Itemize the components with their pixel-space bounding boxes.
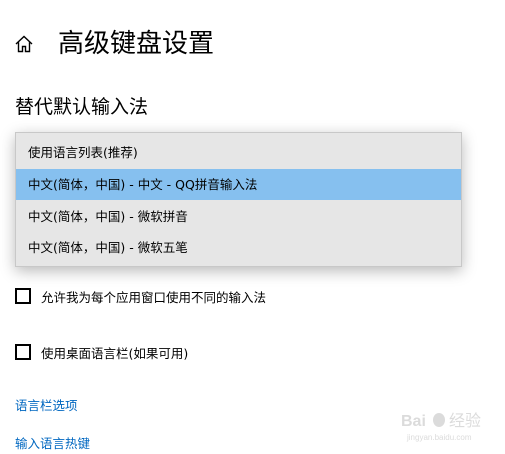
desktop-language-bar-checkbox[interactable] (15, 344, 31, 360)
dropdown-option-microsoft-wubi[interactable]: 中文(简体，中国) - 微软五笔 (16, 232, 461, 263)
dropdown-option-language-list[interactable]: 使用语言列表(推荐) (16, 137, 461, 168)
desktop-language-bar-option[interactable]: 使用桌面语言栏(如果可用) (15, 342, 188, 362)
svg-text:经验: 经验 (449, 411, 481, 430)
desktop-language-bar-label: 使用桌面语言栏(如果可用) (41, 345, 189, 361)
override-input-method-heading: 替代默认输入法 (15, 96, 149, 118)
per-app-input-method-checkbox[interactable] (15, 288, 31, 304)
advanced-keyboard-settings-page: 高级键盘设置 替代默认输入法 使用语言列表(推荐) 中文(简体，中国) - 中文… (0, 0, 505, 454)
page-title: 高级键盘设置 (58, 29, 215, 59)
svg-text:jingyan.baidu.com: jingyan.baidu.com (406, 433, 472, 442)
home-icon[interactable] (13, 33, 35, 55)
dropdown-option-microsoft-pinyin[interactable]: 中文(简体，中国) - 微软拼音 (16, 201, 461, 232)
per-app-input-method-label: 允许我为每个应用窗口使用不同的输入法 (41, 289, 267, 305)
language-bar-options-link[interactable]: 语言栏选项 (15, 395, 78, 414)
input-method-dropdown-list[interactable]: 使用语言列表(推荐) 中文(简体，中国) - 中文 - QQ拼音输入法 中文(简… (15, 132, 462, 267)
baidu-jingyan-watermark-logo: Bai 经验 jingyan.baidu.com (401, 411, 481, 442)
svg-text:Bai: Bai (401, 413, 426, 430)
per-app-input-method-option[interactable]: 允许我为每个应用窗口使用不同的输入法 (15, 286, 266, 306)
input-language-hotkeys-link[interactable]: 输入语言热键 (15, 433, 90, 452)
dropdown-option-qq-pinyin[interactable]: 中文(简体，中国) - 中文 - QQ拼音输入法 (16, 169, 461, 200)
